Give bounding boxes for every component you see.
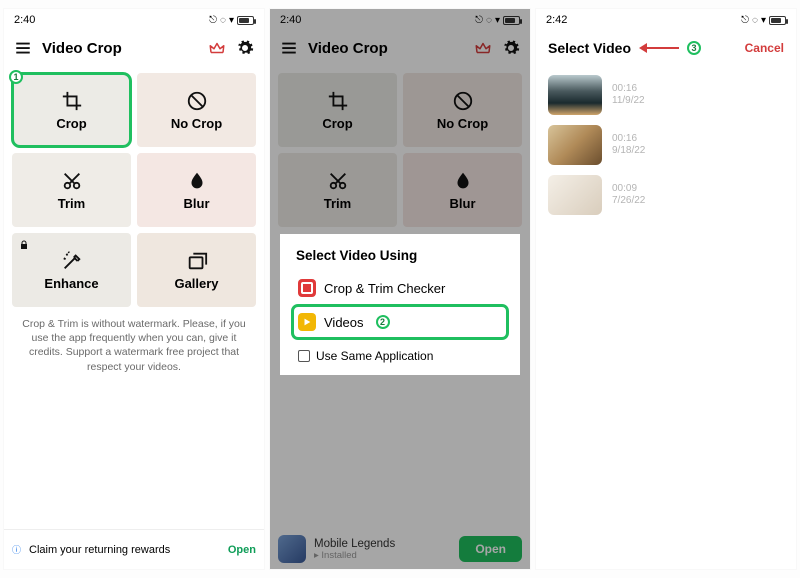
option-label: Crop & Trim Checker — [324, 281, 445, 296]
tile-crop[interactable]: 1 Crop — [12, 73, 131, 147]
trim-icon — [61, 170, 83, 192]
video-meta: 00:09 7/26/22 — [612, 183, 645, 208]
tile-enhance[interactable]: Enhance — [12, 233, 131, 307]
tile-no-crop[interactable]: No Crop — [137, 73, 256, 147]
video-item[interactable]: 00:16 9/18/22 — [548, 125, 784, 165]
status-icons: ⎋◌▾ — [209, 15, 254, 26]
title-bar: Video Crop — [4, 31, 264, 65]
tile-label: Gallery — [174, 276, 218, 291]
option-crop-trim-checker[interactable]: Crop & Trim Checker — [292, 271, 508, 305]
checkbox-label: Use Same Application — [316, 349, 433, 363]
checkbox-icon — [298, 350, 310, 362]
select-video-modal: Select Video Using Crop & Trim Checker V… — [280, 234, 520, 375]
app-icon-videos — [298, 313, 316, 331]
time-label: 2:42 — [546, 14, 567, 26]
video-date: 9/18/22 — [612, 145, 645, 158]
tile-blur[interactable]: Blur — [137, 153, 256, 227]
video-thumbnail — [548, 75, 602, 115]
video-item[interactable]: 00:09 7/26/22 — [548, 175, 784, 215]
status-bar: 2:40 ⎋◌▾ — [4, 9, 264, 31]
video-thumbnail — [548, 175, 602, 215]
video-thumbnail — [548, 125, 602, 165]
tile-label: Crop — [56, 116, 86, 131]
screen-2: 2:40 ⎋◌▾ Video Crop Crop No Crop Trim Bl… — [270, 9, 530, 569]
status-icons: ⎋◌▾ — [741, 15, 786, 26]
ad-info-icon[interactable]: ⓘ — [12, 543, 21, 556]
enhance-icon — [61, 250, 83, 272]
screen-1: 2:40 ⎋◌▾ Video Crop 1 Crop No Crop — [4, 9, 264, 569]
menu-icon[interactable] — [14, 39, 32, 57]
app-title: Video Crop — [42, 40, 122, 57]
video-duration: 00:16 — [612, 133, 645, 146]
cancel-button[interactable]: Cancel — [745, 41, 784, 55]
footer-blurb: Crop & Trim is without watermark. Please… — [4, 315, 264, 374]
gear-icon[interactable] — [236, 39, 254, 57]
ad-cta[interactable]: Open — [228, 544, 256, 556]
video-date: 11/9/22 — [612, 95, 645, 108]
time-label: 2:40 — [14, 14, 35, 26]
lock-icon — [18, 239, 30, 251]
tool-grid: 1 Crop No Crop Trim Blur — [4, 65, 264, 315]
crop-icon — [61, 90, 83, 112]
tile-gallery[interactable]: Gallery — [137, 233, 256, 307]
video-duration: 00:09 — [612, 183, 645, 196]
use-same-app-checkbox[interactable]: Use Same Application — [298, 349, 508, 363]
video-duration: 00:16 — [612, 83, 645, 96]
step-badge-3: 3 — [687, 41, 701, 55]
step-badge-2: 2 — [376, 315, 390, 329]
step-badge-1: 1 — [9, 70, 23, 84]
page-title: Select Video — [548, 40, 631, 56]
ad-bar[interactable]: ⓘ Claim your returning rewards Open — [4, 529, 264, 569]
tile-label: Enhance — [44, 276, 98, 291]
modal-title: Select Video Using — [296, 248, 508, 263]
crown-icon[interactable] — [208, 39, 226, 57]
video-date: 7/26/22 — [612, 195, 645, 208]
gallery-icon — [186, 250, 208, 272]
option-videos[interactable]: Videos 2 — [292, 305, 508, 339]
video-list: 00:16 11/9/22 00:16 9/18/22 00:09 7/26/2… — [536, 65, 796, 225]
blur-icon — [186, 170, 208, 192]
select-video-header: Select Video 3 Cancel — [536, 31, 796, 65]
nocrop-icon — [186, 90, 208, 112]
tile-label: Blur — [184, 196, 210, 211]
tile-trim[interactable]: Trim — [12, 153, 131, 227]
option-label: Videos — [324, 315, 364, 330]
video-item[interactable]: 00:16 11/9/22 — [548, 75, 784, 115]
tile-label: No Crop — [171, 116, 222, 131]
ad-text: Claim your returning rewards — [29, 544, 220, 556]
video-meta: 00:16 9/18/22 — [612, 133, 645, 158]
video-meta: 00:16 11/9/22 — [612, 83, 645, 108]
app-icon-croptrim — [298, 279, 316, 297]
tile-label: Trim — [58, 196, 85, 211]
status-bar: 2:42 ⎋◌▾ — [536, 9, 796, 31]
arrow-annotation — [639, 43, 679, 53]
screen-3: 2:42 ⎋◌▾ Select Video 3 Cancel 00:16 11/… — [536, 9, 796, 569]
